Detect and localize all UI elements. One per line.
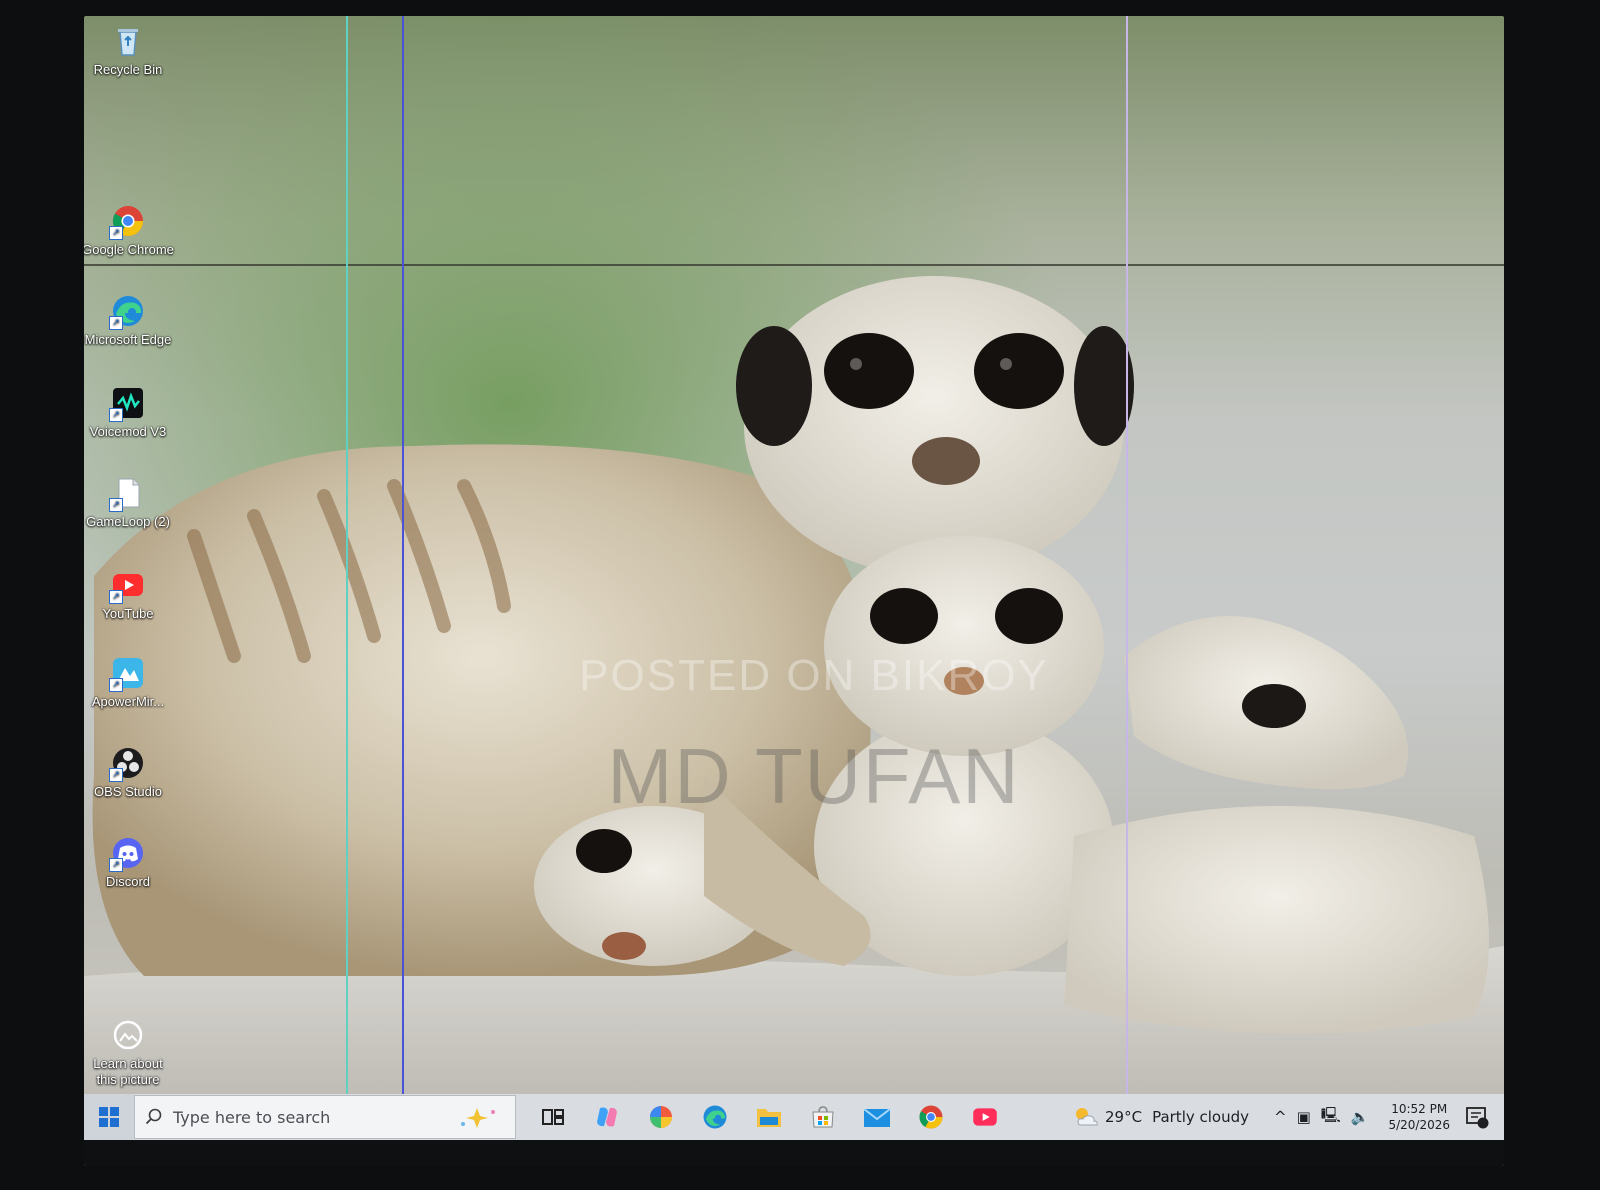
desktop-icon-label: Discord xyxy=(105,874,151,889)
meerkat-wallpaper xyxy=(84,16,1504,1126)
obs-icon: ↗ xyxy=(109,746,145,782)
taskbar-chrome[interactable] xyxy=(904,1094,958,1140)
desktop-icon-label: Recycle Bin xyxy=(93,62,163,77)
device-icon[interactable]: ▣ xyxy=(1297,1108,1311,1126)
taskbar-edge[interactable] xyxy=(688,1094,742,1140)
copilot-icon xyxy=(597,1107,617,1127)
search-icon xyxy=(145,1108,162,1125)
youtube-icon: ↗ xyxy=(109,568,145,604)
recycle-bin-icon xyxy=(111,24,145,58)
learn-picture-icon xyxy=(111,1018,145,1052)
display-artifact-vertical xyxy=(346,16,348,1106)
mail-icon xyxy=(863,1108,891,1127)
watermark-text: MD TUFAN xyxy=(607,732,1021,820)
weather-condition: Partly cloudy xyxy=(1152,1108,1249,1126)
file-icon: ↗ xyxy=(109,476,145,512)
start-button[interactable] xyxy=(84,1094,134,1140)
network-icon[interactable]: 🖳 xyxy=(1321,1105,1341,1130)
task-view-button[interactable] xyxy=(526,1094,580,1140)
clock-date: 5/20/2026 xyxy=(1388,1118,1450,1132)
chrome-icon: ↗ xyxy=(109,204,145,240)
desktop-icon-label: Learn about this picture xyxy=(93,1056,163,1087)
desktop-icon-recycle-bin[interactable]: Recycle Bin xyxy=(84,24,174,78)
desktop-icon-voicemod[interactable]: ↗ Voicemod V3 xyxy=(84,386,174,440)
display-artifact-horizontal xyxy=(84,264,1504,266)
desktop-icon-youtube[interactable]: ↗ YouTube xyxy=(84,568,174,622)
youtube-icon xyxy=(973,1108,997,1126)
show-hidden-icons-chevron-icon[interactable]: ^ xyxy=(1274,1108,1287,1126)
photos-icon xyxy=(650,1106,672,1128)
edge-icon xyxy=(703,1105,727,1129)
taskbar-mail[interactable] xyxy=(850,1094,904,1140)
taskbar-copilot[interactable] xyxy=(580,1094,634,1140)
display-artifact-vertical xyxy=(402,16,404,1106)
monitor-screen: POSTED ON BIKROY MD TUFAN Recycle Bin ↗ … xyxy=(84,16,1504,1166)
taskbar: Type here to search 29°C Partly cloudy ^… xyxy=(84,1094,1504,1140)
weather-temperature: 29°C xyxy=(1105,1108,1143,1126)
notification-center-button[interactable] xyxy=(1460,1100,1494,1134)
taskbar-clock[interactable]: 10:52 PM 5/20/2026 xyxy=(1388,1101,1450,1133)
edge-icon: ↗ xyxy=(109,294,145,330)
weather-widget[interactable]: 29°C Partly cloudy xyxy=(1073,1106,1249,1128)
desktop-icon-chrome[interactable]: ↗ Google Chrome xyxy=(84,204,174,258)
partly-cloudy-icon xyxy=(1076,1108,1098,1126)
desktop-icon-label: Google Chrome xyxy=(84,242,174,257)
taskbar-youtube[interactable] xyxy=(958,1094,1012,1140)
taskbar-store[interactable] xyxy=(796,1094,850,1140)
desktop-icon-label: ApowerMir... xyxy=(91,694,165,709)
taskbar-photos[interactable] xyxy=(634,1094,688,1140)
desktop-icon-label: Voicemod V3 xyxy=(89,424,167,439)
system-tray: 29°C Partly cloudy ^ ▣ 🖳 🔈 10:52 PM 5/20… xyxy=(1073,1094,1504,1140)
taskbar-search-box[interactable]: Type here to search xyxy=(134,1095,516,1139)
store-icon xyxy=(812,1106,834,1128)
desktop-icon-label: OBS Studio xyxy=(94,784,162,799)
desktop-icon-label: Microsoft Edge xyxy=(84,332,172,347)
desktop-icon-learn-about-picture[interactable]: Learn about this picture xyxy=(84,1018,174,1088)
windows-logo-icon xyxy=(99,1107,119,1127)
discord-icon: ↗ xyxy=(109,836,145,872)
watermark-text: POSTED ON BIKROY xyxy=(579,651,1049,700)
clock-time: 10:52 PM xyxy=(1391,1102,1448,1116)
desktop-icon-apowermirror[interactable]: ↗ ApowerMir... xyxy=(84,656,174,710)
taskbar-pinned-apps xyxy=(526,1094,1012,1140)
notification-icon xyxy=(1466,1107,1489,1129)
task-view-icon xyxy=(542,1109,564,1125)
desktop-icon-obs[interactable]: ↗ OBS Studio xyxy=(84,746,174,800)
desktop-icon-gameloop[interactable]: ↗ GameLoop (2) xyxy=(84,476,174,530)
desktop-icon-label: GameLoop (2) xyxy=(86,514,170,529)
display-artifact-vertical xyxy=(1126,16,1128,1106)
desktop-icon-edge[interactable]: ↗ Microsoft Edge xyxy=(84,294,174,348)
copilot-sparkle-icon xyxy=(461,1108,495,1128)
taskbar-file-explorer[interactable] xyxy=(742,1094,796,1140)
search-placeholder: Type here to search xyxy=(173,1107,331,1127)
chrome-icon xyxy=(919,1105,943,1129)
desktop-icon-label: YouTube xyxy=(102,606,154,621)
apowermirror-icon: ↗ xyxy=(109,656,145,692)
desktop-icon-discord[interactable]: ↗ Discord xyxy=(84,836,174,890)
volume-icon[interactable]: 🔈 xyxy=(1351,1108,1370,1126)
file-explorer-icon xyxy=(757,1109,781,1127)
monitor-bezel-strip xyxy=(84,1140,1504,1166)
voicemod-icon: ↗ xyxy=(109,386,145,422)
